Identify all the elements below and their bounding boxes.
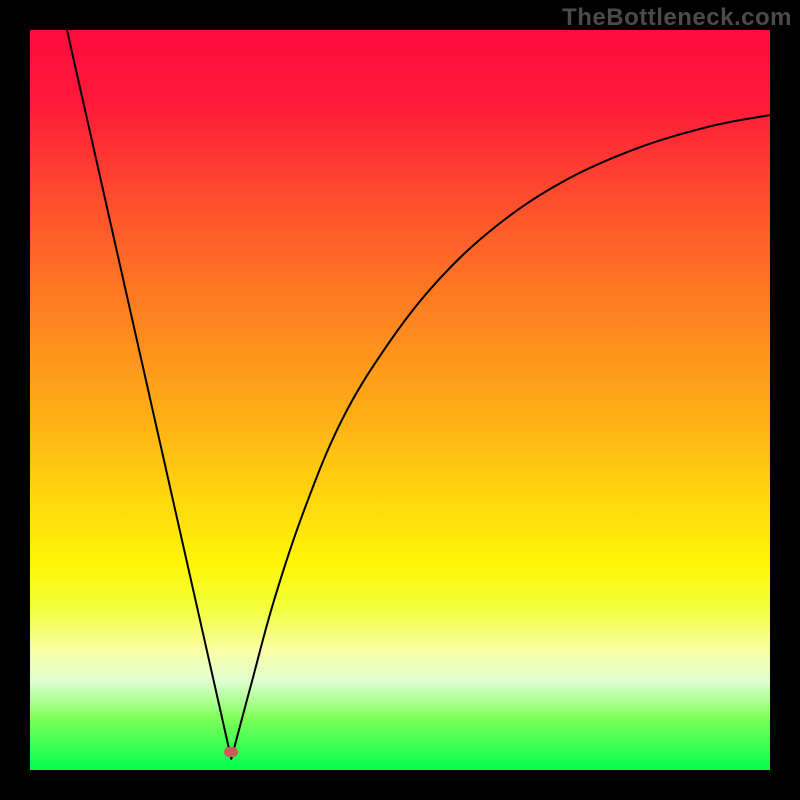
- plot-area: [30, 30, 770, 770]
- bottleneck-curve: [30, 30, 770, 770]
- watermark-text: TheBottleneck.com: [562, 4, 792, 32]
- minimum-marker: [224, 747, 238, 757]
- chart-frame: TheBottleneck.com: [0, 0, 800, 800]
